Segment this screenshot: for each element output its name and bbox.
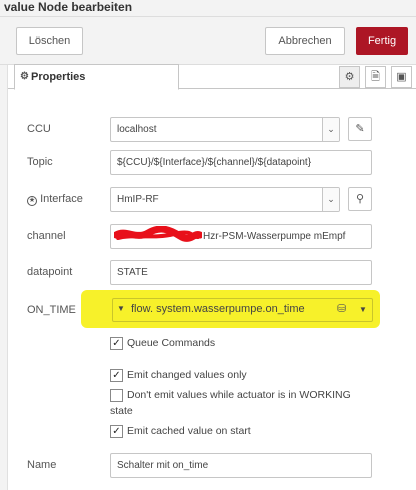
redaction-scribble xyxy=(114,226,202,242)
topic-input[interactable]: ${CCU}/${Interface}/${channel}/${datapoi… xyxy=(110,150,372,175)
emit-cached-checkbox[interactable]: ✓ xyxy=(110,425,123,438)
dialog-toolbar: Löschen Abbrechen Fertig xyxy=(0,17,416,65)
queue-commands-checkbox[interactable]: ✓ xyxy=(110,337,123,350)
channel-value: Hzr-PSM-Wasserpumpe mEmpf xyxy=(203,231,346,242)
pencil-icon: ✎ xyxy=(355,123,365,135)
search-icon: ⚲ xyxy=(355,193,365,205)
left-gutter xyxy=(0,65,8,490)
tab-bar: ⚙ Properties ⚙ 🗎 ▣ xyxy=(8,64,416,90)
caret-down-icon: ▼ xyxy=(359,305,367,314)
name-label: Name xyxy=(27,459,57,471)
name-input[interactable]: Schalter mit on_time xyxy=(110,453,372,478)
radio-target-icon: ★ xyxy=(27,196,37,206)
gear-icon: ⚙ xyxy=(20,71,29,82)
chevron-down-icon: ⌄ xyxy=(322,188,339,211)
datapoint-input[interactable]: STATE xyxy=(110,260,372,285)
emit-cached-label: Emit cached value on start xyxy=(127,425,251,437)
emit-changed-label: Emit changed values only xyxy=(127,369,247,381)
emit-changed-checkbox[interactable]: ✓ xyxy=(110,369,123,382)
tab-properties-label: Properties xyxy=(31,71,86,83)
interface-value: HmIP-RF xyxy=(117,194,159,205)
ccu-select[interactable]: localhost ⌄ xyxy=(110,117,340,142)
done-button[interactable]: Fertig xyxy=(356,27,408,55)
ccu-label: CCU xyxy=(27,123,51,135)
edit-ccu-button[interactable]: ✎ xyxy=(348,117,372,141)
ccu-value: localhost xyxy=(117,124,157,135)
on-time-typed-input[interactable]: ▼ flow. system.wasserpumpe.on_time ⛁ ▼ xyxy=(112,298,373,322)
document-icon[interactable]: 🗎 xyxy=(365,66,386,88)
channel-label: channel xyxy=(27,230,66,242)
cancel-button[interactable]: Abbrechen xyxy=(265,27,345,55)
frame-icon[interactable]: ▣ xyxy=(391,66,412,88)
chevron-down-icon: ⌄ xyxy=(322,118,339,141)
interface-label: ★ Interface xyxy=(27,193,83,206)
tab-properties[interactable]: ⚙ Properties xyxy=(14,64,179,90)
dont-emit-working-label: Don't emit values while actuator is in W… xyxy=(127,389,351,401)
search-interface-button[interactable]: ⚲ xyxy=(348,187,372,211)
dont-emit-working-checkbox[interactable] xyxy=(110,389,123,402)
topic-label: Topic xyxy=(27,156,53,168)
database-icon: ⛁ xyxy=(337,303,347,315)
on-time-label: ON_TIME xyxy=(27,304,76,316)
gear-icon[interactable]: ⚙ xyxy=(339,66,360,88)
caret-down-icon: ▼ xyxy=(117,304,125,313)
dialog-titlebar: value Node bearbeiten xyxy=(0,0,416,17)
delete-button[interactable]: Löschen xyxy=(16,27,83,55)
datapoint-label: datapoint xyxy=(27,266,73,278)
queue-commands-label: Queue Commands xyxy=(127,337,216,349)
on-time-value: flow. system.wasserpumpe.on_time xyxy=(131,303,305,315)
interface-label-text: Interface xyxy=(40,193,83,205)
interface-select[interactable]: HmIP-RF ⌄ xyxy=(110,187,340,212)
dont-emit-working-label-cont: state xyxy=(110,405,133,417)
dialog-title: value Node bearbeiten xyxy=(4,0,133,14)
